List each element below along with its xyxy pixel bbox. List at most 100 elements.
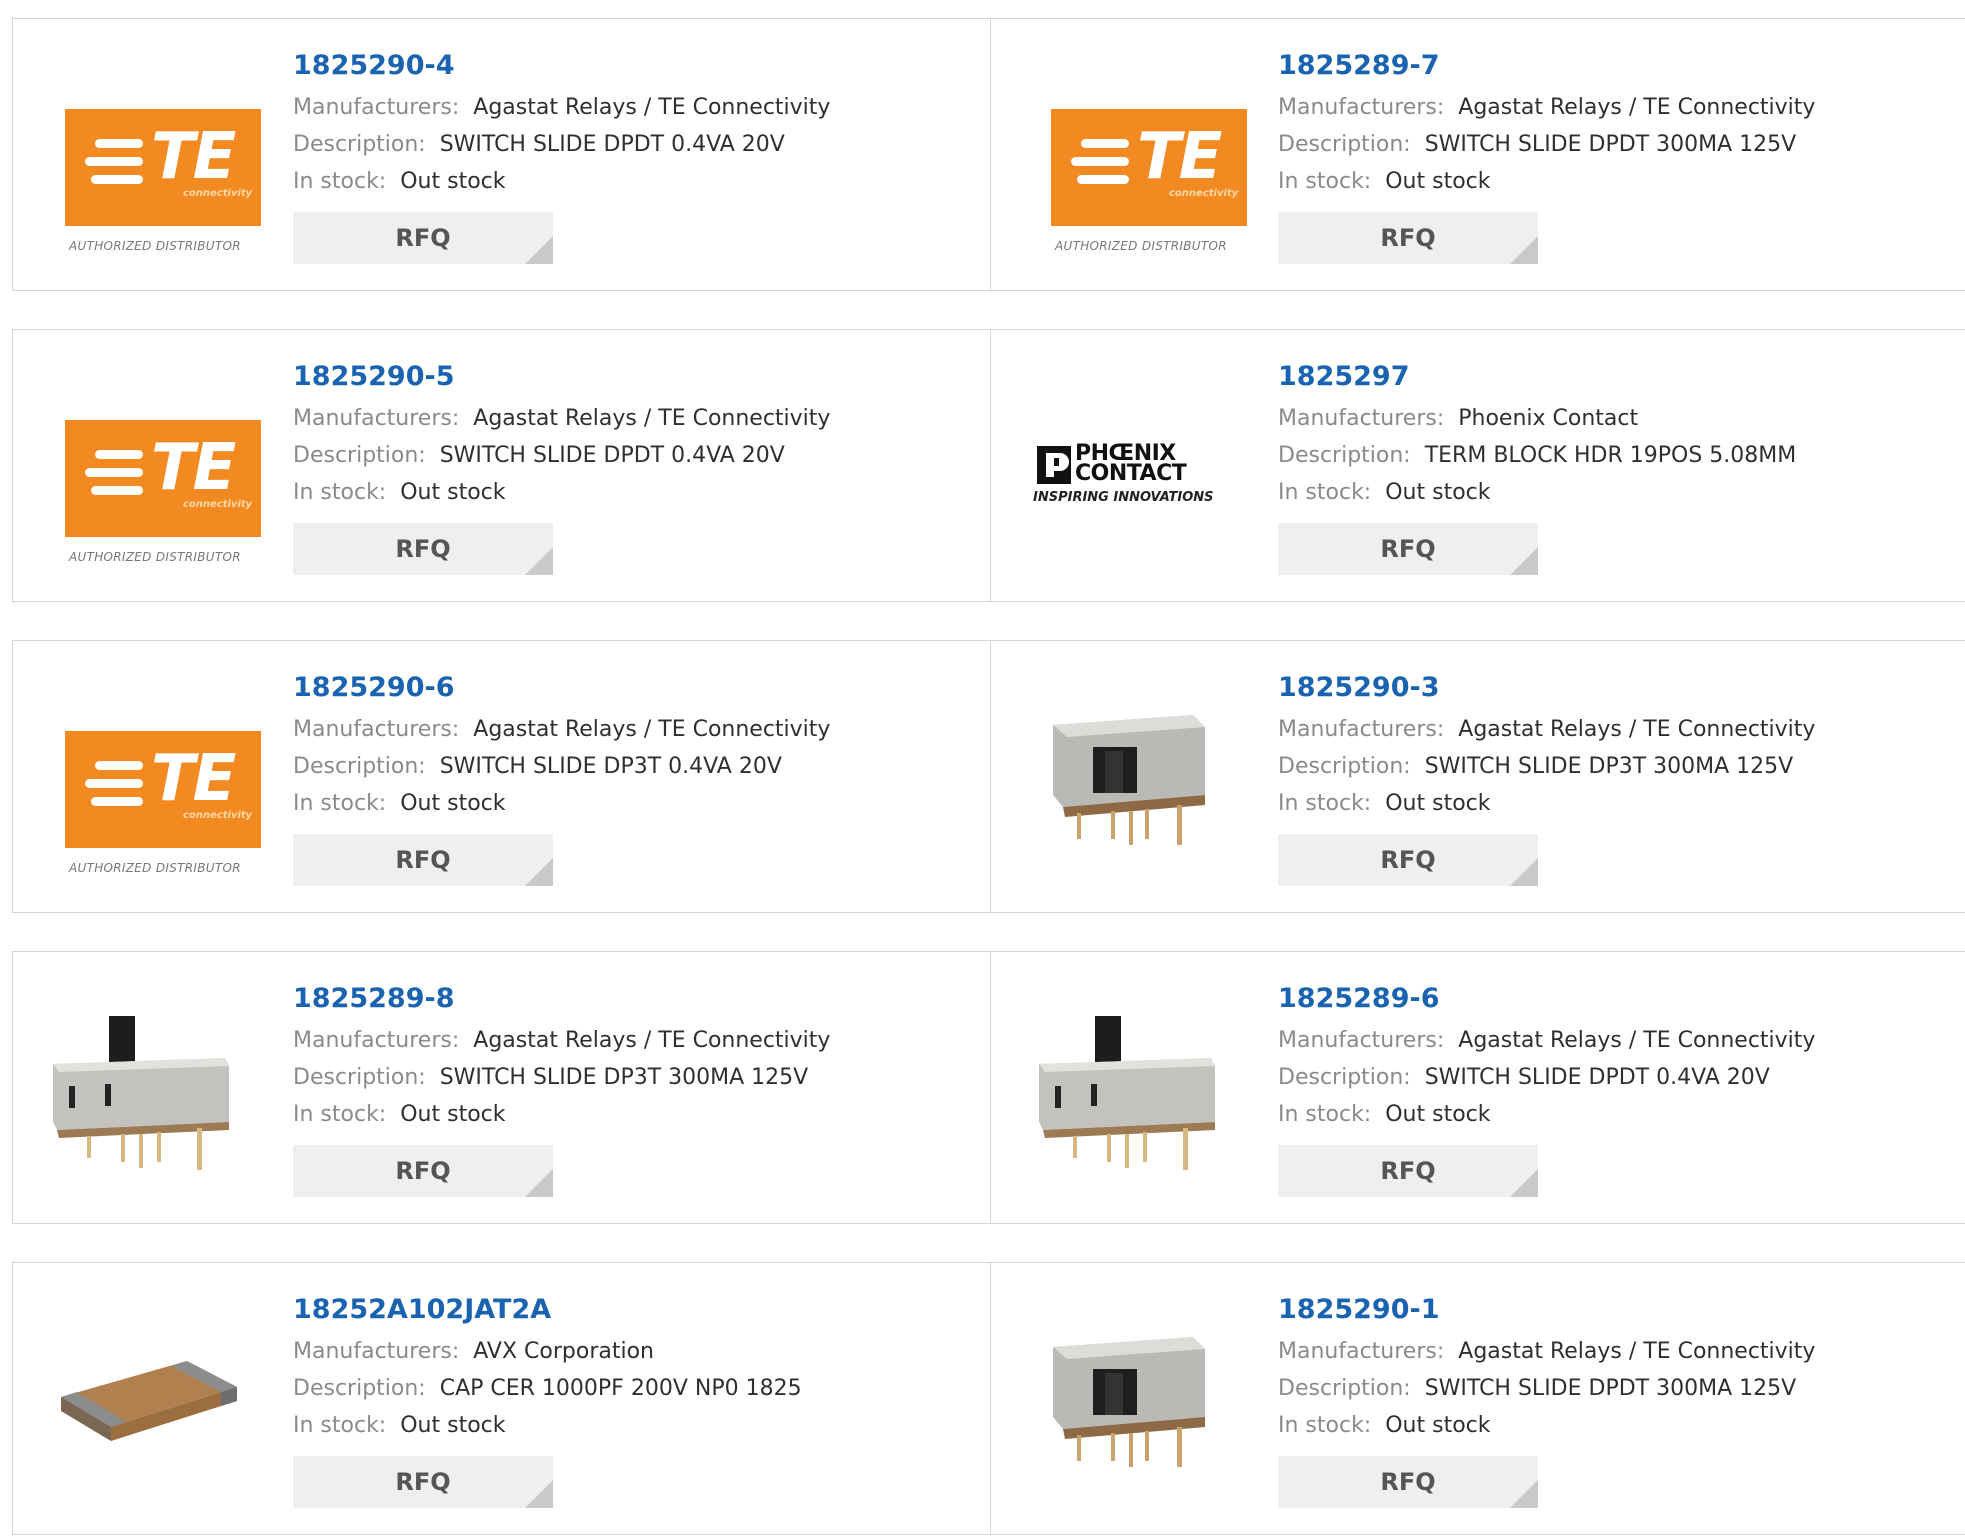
product-thumbnail[interactable]: TE connectivity AUTHORIZED DISTRIBUTOR (47, 695, 261, 875)
product-thumbnail[interactable]: TE connectivity AUTHORIZED DISTRIBUTOR (47, 384, 261, 564)
stock-label: In stock: (1278, 1102, 1372, 1127)
rfq-label: RFQ (1380, 1157, 1436, 1185)
phoenix-mark-icon (1037, 446, 1071, 484)
rfq-corner-triangle (525, 858, 553, 886)
rfq-button[interactable]: RFQ (1278, 1145, 1538, 1197)
rfq-corner-triangle (525, 547, 553, 575)
part-number-link[interactable]: 1825290-1 (1278, 1293, 1815, 1327)
description-value: SWITCH SLIDE DP3T 0.4VA 20V (439, 754, 782, 779)
manufacturer-value: Phoenix Contact (1458, 406, 1639, 431)
rfq-button[interactable]: RFQ (293, 1145, 553, 1197)
rfq-button[interactable]: RFQ (1278, 212, 1538, 264)
stock-line: In stock: Out stock (293, 1096, 830, 1133)
product-card: 18252A102JAT2A Manufacturers: AVX Corporat… (12, 1262, 991, 1535)
phoenix-logo-name: PHŒNIX CONTACT (1075, 441, 1187, 486)
description-value: SWITCH SLIDE DPDT 300MA 125V (1424, 1376, 1797, 1401)
rfq-button[interactable]: RFQ (293, 1456, 553, 1508)
manufacturer-value: Agastat Relays / TE Connectivity (1458, 1339, 1816, 1364)
part-number-link[interactable]: 1825290-3 (1278, 671, 1815, 705)
part-number-link[interactable]: 1825290-4 (293, 49, 830, 83)
part-number-link[interactable]: 1825290-5 (293, 360, 830, 394)
rfq-corner-triangle (525, 1169, 553, 1197)
manufacturer-label: Manufacturers: (293, 1028, 460, 1053)
product-card: 1825289-8 Manufacturers: Agastat Relays / … (12, 951, 991, 1224)
rfq-button[interactable]: RFQ (293, 523, 553, 575)
product-thumbnail[interactable]: TE connectivity AUTHORIZED DISTRIBUTOR (47, 73, 261, 253)
product-info: 1825289-8 Manufacturers: Agastat Relays / … (293, 982, 830, 1197)
description-value: SWITCH SLIDE DPDT 0.4VA 20V (439, 132, 785, 157)
part-number-link[interactable]: 1825289-7 (1278, 49, 1815, 83)
product-row: TE connectivity AUTHORIZED DISTRIBUTOR 1… (12, 329, 1965, 604)
product-thumbnail[interactable] (47, 1317, 243, 1487)
product-thumbnail[interactable] (1033, 695, 1229, 865)
te-logo-badge: TE connectivity (65, 420, 261, 537)
product-card: TE connectivity AUTHORIZED DISTRIBUTOR 1… (12, 329, 991, 602)
part-number-link[interactable]: 1825297 (1278, 360, 1796, 394)
product-thumbnail[interactable] (1033, 1317, 1229, 1487)
rfq-corner-triangle (525, 1480, 553, 1508)
description-value: SWITCH SLIDE DPDT 0.4VA 20V (1424, 1065, 1770, 1090)
stock-line: In stock: Out stock (1278, 474, 1796, 511)
description-line: Description: SWITCH SLIDE DP3T 300MA 125V (1278, 748, 1815, 785)
product-info: 1825289-6 Manufacturers: Agastat Relays / … (1278, 982, 1815, 1197)
stock-value: Out stock (400, 169, 506, 194)
product-thumbnail[interactable]: PHŒNIX CONTACT INSPIRING INNOVATIONS (1033, 384, 1229, 554)
te-logo-subtext: connectivity (183, 188, 253, 199)
part-number-link[interactable]: 1825290-6 (293, 671, 830, 705)
te-logo-text: TE (151, 431, 236, 505)
te-logo-subtext: connectivity (183, 810, 253, 821)
product-thumbnail[interactable] (47, 1006, 243, 1176)
product-info: 1825290-3 Manufacturers: Agastat Relays / … (1278, 671, 1815, 886)
stock-value: Out stock (1385, 169, 1491, 194)
manufacturer-label: Manufacturers: (1278, 717, 1445, 742)
description-line: Description: TERM BLOCK HDR 19POS 5.08MM (1278, 437, 1796, 474)
manufacturer-value: Agastat Relays / TE Connectivity (1458, 717, 1816, 742)
te-logo-subtext: connectivity (183, 499, 253, 510)
manufacturer-label: Manufacturers: (1278, 1339, 1445, 1364)
product-card: PHŒNIX CONTACT INSPIRING INNOVATIONS 182… (990, 329, 1965, 602)
manufacturer-value: Agastat Relays / TE Connectivity (1458, 1028, 1816, 1053)
stock-line: In stock: Out stock (1278, 785, 1815, 822)
description-label: Description: (1278, 754, 1411, 779)
description-label: Description: (1278, 132, 1411, 157)
manufacturer-line: Manufacturers: Agastat Relays / TE Connec… (293, 711, 830, 748)
description-line: Description: SWITCH SLIDE DPDT 0.4VA 20V (1278, 1059, 1815, 1096)
stock-label: In stock: (1278, 1413, 1372, 1438)
product-info: 18252A102JAT2A Manufacturers: AVX Corporat… (293, 1293, 802, 1508)
manufacturer-label: Manufacturers: (1278, 1028, 1445, 1053)
manufacturer-line: Manufacturers: Agastat Relays / TE Connec… (1278, 1022, 1815, 1059)
manufacturer-line: Manufacturers: Agastat Relays / TE Connec… (293, 89, 830, 126)
manufacturer-value: AVX Corporation (473, 1339, 654, 1364)
stock-value: Out stock (400, 480, 506, 505)
description-value: SWITCH SLIDE DPDT 300MA 125V (1424, 132, 1797, 157)
te-logo-text: TE (1137, 120, 1222, 194)
part-number-link[interactable]: 18252A102JAT2A (293, 1293, 802, 1327)
rfq-button[interactable]: RFQ (1278, 834, 1538, 886)
part-number-link[interactable]: 1825289-6 (1278, 982, 1815, 1016)
stock-value: Out stock (1385, 1413, 1491, 1438)
product-row: TE connectivity AUTHORIZED DISTRIBUTOR 1… (12, 640, 1965, 915)
product-card: TE connectivity AUTHORIZED DISTRIBUTOR 1… (12, 18, 991, 291)
rfq-button[interactable]: RFQ (1278, 523, 1538, 575)
description-label: Description: (1278, 443, 1411, 468)
description-line: Description: SWITCH SLIDE DPDT 300MA 125V (1278, 126, 1815, 163)
manufacturer-label: Manufacturers: (1278, 406, 1445, 431)
description-label: Description: (293, 1376, 426, 1401)
te-connectivity-logo: TE connectivity AUTHORIZED DISTRIBUTOR (47, 73, 261, 253)
rfq-button[interactable]: RFQ (1278, 1456, 1538, 1508)
te-logo-badge: TE connectivity (65, 109, 261, 226)
description-label: Description: (293, 1065, 426, 1090)
te-connectivity-logo: TE connectivity AUTHORIZED DISTRIBUTOR (47, 384, 261, 564)
product-info: 1825289-7 Manufacturers: Agastat Relays / … (1278, 49, 1815, 264)
rfq-corner-triangle (1510, 858, 1538, 886)
rfq-corner-triangle (1510, 1480, 1538, 1508)
stock-label: In stock: (293, 1413, 387, 1438)
manufacturer-line: Manufacturers: Agastat Relays / TE Connec… (1278, 89, 1815, 126)
rfq-button[interactable]: RFQ (293, 834, 553, 886)
product-thumbnail[interactable]: TE connectivity AUTHORIZED DISTRIBUTOR (1033, 73, 1247, 253)
rfq-button[interactable]: RFQ (293, 212, 553, 264)
part-number-link[interactable]: 1825289-8 (293, 982, 830, 1016)
te-connectivity-logo: TE connectivity AUTHORIZED DISTRIBUTOR (47, 695, 261, 875)
product-thumbnail[interactable] (1033, 1006, 1229, 1176)
manufacturer-line: Manufacturers: Agastat Relays / TE Connec… (293, 400, 830, 437)
